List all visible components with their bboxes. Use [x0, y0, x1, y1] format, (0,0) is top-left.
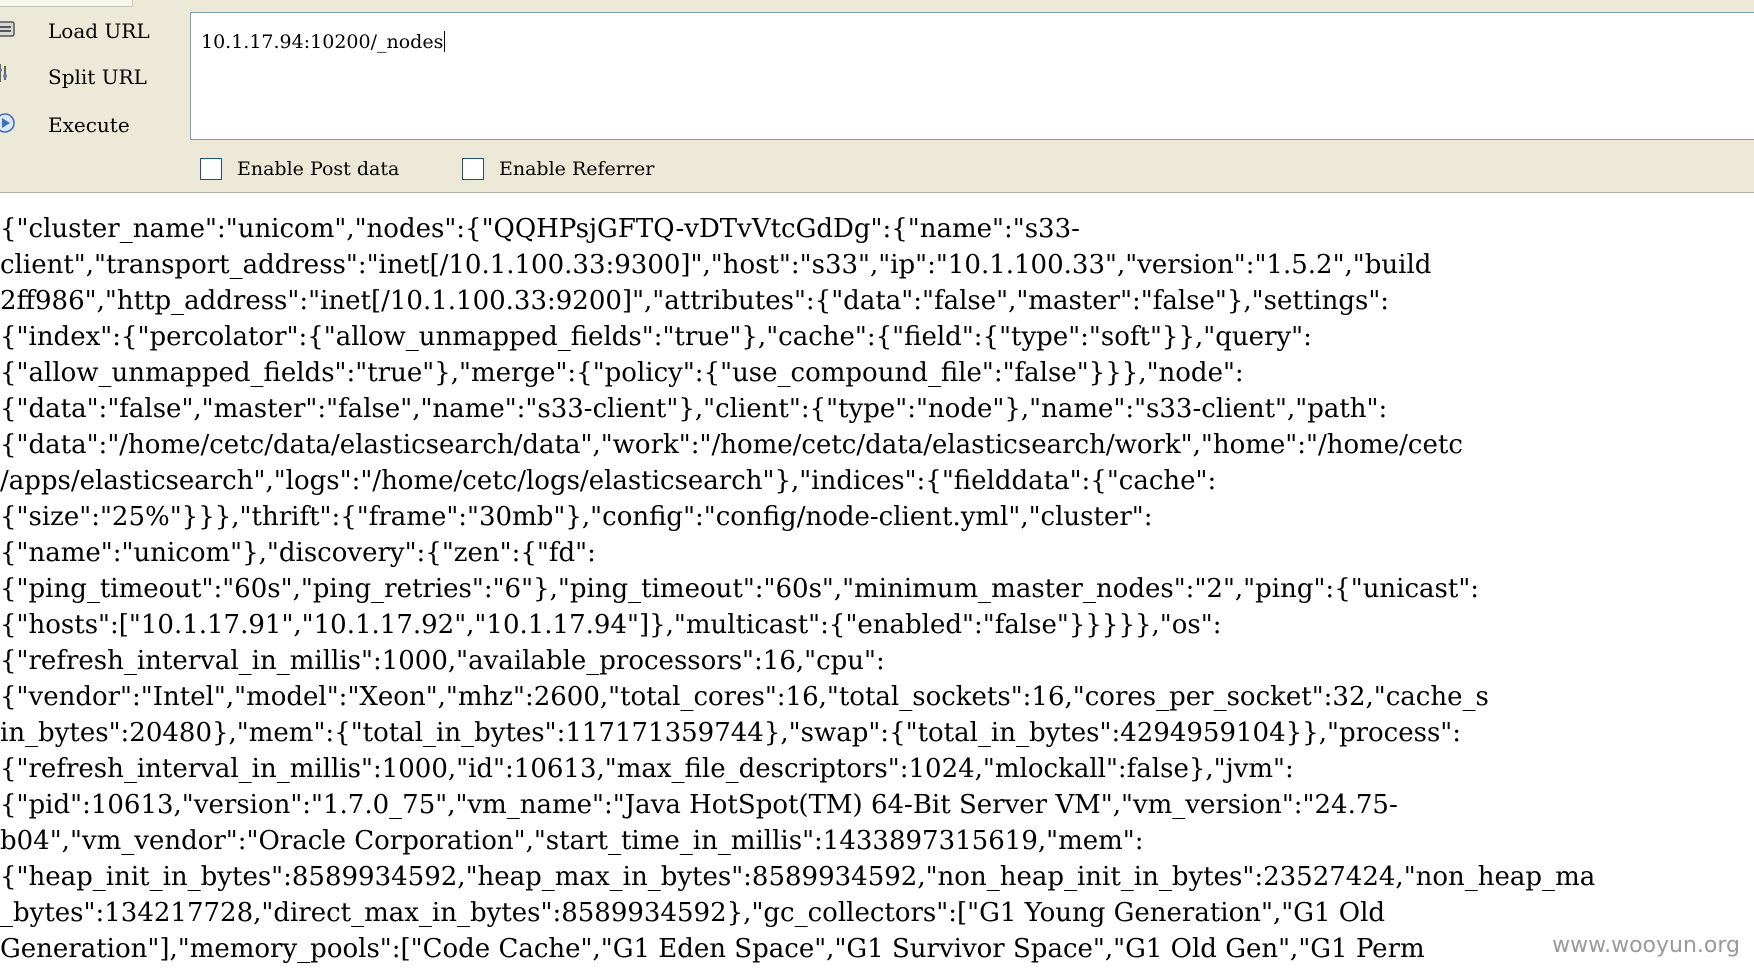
enable-post-data-box[interactable]: [200, 158, 222, 180]
enable-referrer-label: Enable Referrer: [499, 158, 655, 180]
execute-label: Execute: [48, 113, 130, 137]
load-url-icon: [0, 21, 15, 37]
split-url-label: Split URL: [48, 65, 147, 89]
text-caret: [444, 31, 446, 52]
load-url-button[interactable]: Load URL: [0, 14, 180, 48]
json-line: 2ff986","http_address":"inet[/10.1.100.3…: [0, 286, 1390, 316]
json-line: {"cluster_name":"unicom","nodes":{"QQHPs…: [0, 214, 1080, 244]
execute-button[interactable]: Execute: [0, 108, 180, 142]
enable-referrer-box[interactable]: [462, 158, 484, 180]
json-line: _bytes":134217728,"direct_max_in_bytes":…: [0, 898, 1386, 928]
json-line: {"vendor":"Intel","model":"Xeon","mhz":2…: [0, 682, 1489, 712]
watermark: www.wooyun.org: [1548, 933, 1744, 958]
json-line: {"pid":10613,"version":"1.7.0_75","vm_na…: [0, 790, 1398, 820]
json-line: {"hosts":["10.1.17.91","10.1.17.92","10.…: [0, 610, 1222, 640]
json-line: {"data":"/home/cetc/data/elasticsearch/d…: [0, 430, 1463, 460]
json-line: in_bytes":20480},"mem":{"total_in_bytes"…: [0, 718, 1462, 748]
toolbar-top-strip: [0, 0, 133, 7]
json-line: {"refresh_interval_in_millis":1000,"avai…: [0, 646, 885, 676]
json-line: /apps/elasticsearch","logs":"/home/cetc/…: [0, 466, 1217, 496]
json-line: {"heap_init_in_bytes":8589934592,"heap_m…: [0, 862, 1596, 892]
enable-post-data-label: Enable Post data: [237, 158, 400, 180]
enable-referrer-checkbox[interactable]: Enable Referrer: [462, 158, 702, 182]
url-value: 10.1.17.94:10200/_nodes: [201, 31, 446, 53]
split-url-button[interactable]: Split URL: [0, 60, 180, 94]
execute-icon: [0, 113, 15, 133]
split-url-icon: [0, 64, 7, 82]
json-line: {"index":{"percolator":{"allow_unmapped_…: [0, 322, 1312, 352]
load-url-label: Load URL: [48, 19, 150, 43]
json-response-body: {"cluster_name":"unicom","nodes":{"QQHPs…: [0, 193, 1754, 968]
json-line: {"allow_unmapped_fields":"true"},"merge"…: [0, 358, 1244, 388]
hackbar-toolbar: Load URL Split URL Execute 10.1.17.94:10…: [0, 0, 1754, 193]
json-line: Generation"],"memory_pools":["Code Cache…: [0, 934, 1425, 964]
json-line: {"size":"25%"}}},"thrift":{"frame":"30mb…: [0, 502, 1153, 532]
url-input[interactable]: 10.1.17.94:10200/_nodes: [190, 12, 1754, 140]
enable-post-data-checkbox[interactable]: Enable Post data: [200, 158, 440, 182]
json-line: b04","vm_vendor":"Oracle Corporation","s…: [0, 826, 1144, 856]
json-line: {"refresh_interval_in_millis":1000,"id":…: [0, 754, 1294, 784]
json-line: {"data":"false","master":"false","name":…: [0, 394, 1388, 424]
json-line: client","transport_address":"inet[/10.1.…: [0, 250, 1432, 280]
json-line: {"name":"unicom"},"discovery":{"zen":{"f…: [0, 538, 596, 568]
json-line: {"ping_timeout":"60s","ping_retries":"6"…: [0, 574, 1480, 604]
